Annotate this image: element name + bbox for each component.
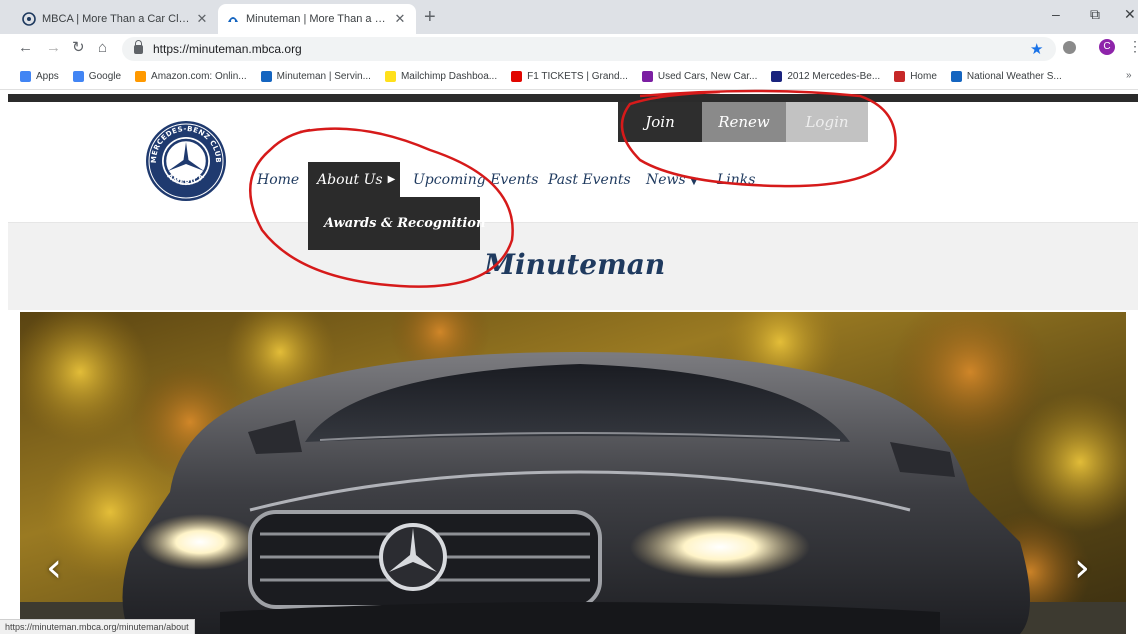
apps-grid-icon	[20, 71, 31, 82]
nav-links[interactable]: Links	[717, 172, 755, 188]
google-icon	[72, 71, 84, 82]
extension-icon[interactable]	[1063, 41, 1076, 54]
profile-avatar[interactable]: C	[1099, 39, 1115, 55]
nav-home[interactable]: Home	[257, 172, 299, 188]
menu-kebab-icon[interactable]: ⋮	[1128, 38, 1138, 55]
tab-title: Minuteman | More Than a Car Cl	[246, 13, 392, 25]
mbca-icon	[260, 71, 272, 82]
caret-right-icon: ▶	[387, 174, 396, 185]
bookmark-item[interactable]: F1 TICKETS | Grand...	[511, 71, 628, 82]
bookmark-star-icon[interactable]: ★	[1030, 40, 1043, 58]
bookmark-item[interactable]: Used Cars, New Car...	[641, 71, 758, 82]
bookmark-item[interactable]: National Weather S...	[950, 71, 1062, 82]
bookmarks-overflow-icon[interactable]: »	[1126, 70, 1132, 81]
tab-close-icon[interactable]: ✕	[194, 11, 210, 27]
tab-minuteman[interactable]: Minuteman | More Than a Car Cl ✕	[218, 4, 416, 34]
mbca-favicon-icon	[22, 12, 36, 26]
nav-past-events[interactable]: Past Events	[548, 172, 631, 188]
bookmark-item[interactable]: Google	[72, 71, 122, 82]
url-text: https://minuteman.mbca.org	[153, 42, 302, 56]
bookmark-label: Mailchimp Dashboa...	[400, 71, 498, 82]
login-button[interactable]: Login	[786, 102, 868, 142]
slider-next-button[interactable]: ›	[1074, 548, 1090, 588]
page-title: Minuteman	[484, 248, 666, 281]
hero-car-image	[20, 312, 1126, 634]
nav-news-label: News	[646, 172, 686, 188]
bookmark-label: Google	[88, 71, 122, 82]
bookmark-item[interactable]: Mailchimp Dashboa...	[384, 71, 498, 82]
reload-icon[interactable]: ↻	[72, 40, 85, 56]
amazon-icon	[135, 71, 147, 82]
home-icon	[894, 71, 906, 82]
nav-upcoming-events[interactable]: Upcoming Events	[413, 172, 538, 188]
mbca-logo[interactable]: MERCEDES-BENZ CLUB AMERICA	[144, 119, 228, 203]
minimize-button[interactable]: –	[1052, 6, 1060, 22]
f1-icon	[511, 71, 523, 82]
bookmark-label: National Weather S...	[966, 71, 1062, 82]
bookmark-label: Minuteman | Servin...	[276, 71, 371, 82]
bookmark-label: Amazon.com: Onlin...	[151, 71, 247, 82]
nav-about-label: About Us	[317, 171, 383, 188]
bookmarks-bar: Apps Google Amazon.com: Onlin... Minuteman …	[0, 64, 1138, 90]
bookmark-label: Home	[910, 71, 937, 82]
dropdown-awards-recognition[interactable]: Awards & Recognition	[308, 197, 485, 250]
bookmark-item[interactable]: Home	[894, 71, 937, 82]
tab-mbca[interactable]: MBCA | More Than a Car Club | W ✕	[14, 4, 218, 34]
mailchimp-icon	[384, 71, 396, 82]
lock-icon	[134, 39, 143, 54]
renew-button[interactable]: Renew	[702, 102, 786, 142]
bookmark-label: 2012 Mercedes-Be...	[787, 71, 881, 82]
address-bar[interactable]: https://minuteman.mbca.org	[122, 37, 1056, 61]
tab-title: MBCA | More Than a Car Club | W	[42, 13, 194, 25]
join-button[interactable]: Join	[618, 102, 702, 142]
site-top-bar	[8, 94, 1138, 102]
cars-icon	[641, 71, 653, 82]
forward-arrow-icon[interactable]: →	[46, 40, 61, 56]
bookmark-label: F1 TICKETS | Grand...	[527, 71, 628, 82]
bookmark-item[interactable]: Amazon.com: Onlin...	[135, 71, 247, 82]
bookmark-item[interactable]: 2012 Mercedes-Be...	[771, 71, 880, 82]
caret-down-icon: ▼	[690, 176, 698, 187]
utility-bar: Join Renew Login	[618, 102, 868, 142]
new-tab-button[interactable]: +	[424, 7, 436, 27]
bookmark-item[interactable]: Minuteman | Servin...	[260, 71, 371, 82]
maximize-button[interactable]: ⧉	[1090, 6, 1100, 23]
status-bar-url: https://minuteman.mbca.org/minuteman/abo…	[0, 619, 195, 634]
nav-news[interactable]: News ▼	[646, 172, 698, 188]
browser-toolbar: ← → ↻ ⌂ https://minuteman.mbca.org	[0, 34, 1138, 64]
close-window-button[interactable]: ✕	[1124, 6, 1136, 23]
weather-icon	[950, 71, 962, 82]
bookmark-label: Used Cars, New Car...	[657, 71, 758, 82]
mercedes-icon	[771, 71, 783, 82]
back-arrow-icon[interactable]: ←	[18, 40, 33, 56]
tab-close-icon[interactable]: ✕	[392, 11, 408, 27]
slider-prev-button[interactable]: ‹	[46, 548, 62, 588]
bookmark-item[interactable]: Apps	[20, 71, 59, 82]
home-icon[interactable]: ⌂	[98, 40, 107, 56]
nav-about-us[interactable]: About Us ▶	[308, 162, 400, 197]
mbca-favicon-icon	[226, 12, 240, 26]
bookmark-label: Apps	[36, 71, 59, 82]
